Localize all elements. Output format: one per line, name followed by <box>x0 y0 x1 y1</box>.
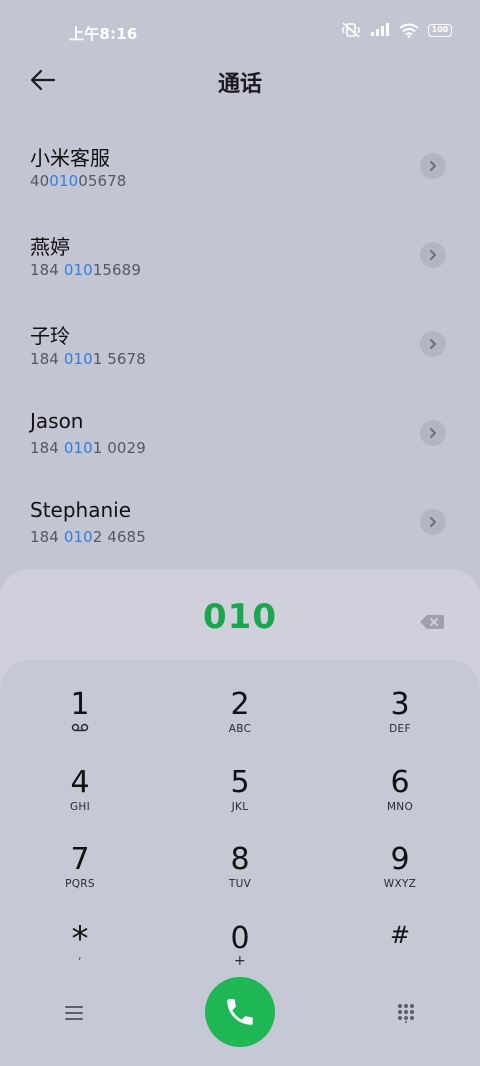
menu-icon <box>65 1006 83 1020</box>
chevron-right-icon <box>430 161 436 171</box>
contact-name: 燕婷 <box>30 235 70 259</box>
key-digit: 5 <box>230 765 250 800</box>
key-letters: TUV <box>228 878 252 890</box>
contact-detail-button[interactable] <box>420 153 446 179</box>
key-digit: # <box>389 921 411 949</box>
contact-name: 子玲 <box>30 324 70 348</box>
key-8[interactable]: 8 TUV <box>180 843 300 915</box>
wifi-icon <box>399 23 419 38</box>
key-1[interactable]: 1 <box>20 688 140 760</box>
key-digit: 1 <box>70 687 90 722</box>
vibrate-off-icon <box>341 22 361 38</box>
page-title: 通话 <box>217 72 262 97</box>
key-digit: 7 <box>70 842 90 877</box>
chevron-right-icon <box>430 428 436 438</box>
contact-detail-button[interactable] <box>420 242 446 268</box>
key-5[interactable]: 5 JKL <box>180 766 300 838</box>
contact-number: 184 0102 4685 <box>30 528 146 546</box>
key-hash[interactable]: # <box>340 918 460 990</box>
key-digit: 2 <box>230 687 250 722</box>
dialpad-toggle-button[interactable] <box>396 1003 416 1023</box>
key-digit: 6 <box>390 765 410 800</box>
voicemail-icon <box>20 723 140 735</box>
key-letters: PQRS <box>65 878 95 890</box>
backspace-button[interactable] <box>419 613 445 631</box>
dialpad-icon <box>398 1004 414 1023</box>
dialed-number: 010 <box>203 597 277 637</box>
key-letters: DEF <box>389 723 411 735</box>
key-letters: GHI <box>69 801 91 813</box>
contact-row[interactable]: Stephanie 184 0102 4685 <box>0 478 480 567</box>
key-6[interactable]: 6 MNO <box>340 766 460 838</box>
key-letters: JKL <box>231 801 249 813</box>
key-digit: 3 <box>390 687 410 722</box>
chevron-right-icon <box>430 339 436 349</box>
contact-name: Jason <box>30 409 84 433</box>
phone-icon <box>227 999 253 1025</box>
key-letters: MNO <box>386 801 414 813</box>
status-time: 上午8:16 <box>69 25 138 43</box>
chevron-right-icon <box>430 517 436 527</box>
contact-row[interactable]: Jason 184 0101 0029 <box>0 389 480 478</box>
contact-number: 184 01015689 <box>30 261 141 279</box>
key-digit: 4 <box>70 765 90 800</box>
contact-list: 小米客服 4001005678 燕婷 184 01015689 子玲 184 0… <box>0 122 480 567</box>
battery-icon: 100 <box>428 23 452 37</box>
key-4[interactable]: 4 GHI <box>20 766 140 838</box>
signal-icon <box>370 23 390 37</box>
key-letters: , <box>78 950 82 962</box>
key-7[interactable]: 7 PQRS <box>20 843 140 915</box>
key-3[interactable]: 3 DEF <box>340 688 460 760</box>
key-2[interactable]: 2 ABC <box>180 688 300 760</box>
contact-number: 184 0101 0029 <box>30 439 146 457</box>
contact-name: 小米客服 <box>30 146 110 170</box>
contact-detail-button[interactable] <box>420 509 446 535</box>
contact-detail-button[interactable] <box>420 331 446 357</box>
contact-number: 4001005678 <box>30 172 127 190</box>
status-icons: 100 <box>341 22 452 38</box>
menu-button[interactable] <box>64 1005 84 1021</box>
key-letters: WXYZ <box>383 878 417 890</box>
key-9[interactable]: 9 WXYZ <box>340 843 460 915</box>
key-letters: ABC <box>228 723 252 735</box>
header: 通话 <box>0 55 480 105</box>
key-digit: 0 <box>230 921 250 956</box>
key-digit: 8 <box>230 842 250 877</box>
contact-detail-button[interactable] <box>420 420 446 446</box>
chevron-right-icon <box>430 250 436 260</box>
contact-row[interactable]: 燕婷 184 01015689 <box>0 211 480 300</box>
contact-row[interactable]: 小米客服 4001005678 <box>0 122 480 211</box>
key-star[interactable]: * , <box>20 922 140 994</box>
backspace-icon <box>420 615 444 629</box>
key-digit: 9 <box>390 842 410 877</box>
call-button[interactable] <box>205 977 275 1047</box>
contact-row[interactable]: 子玲 184 0101 5678 <box>0 300 480 389</box>
contact-name: Stephanie <box>30 498 132 522</box>
key-letters: + <box>233 953 247 969</box>
contact-number: 184 0101 5678 <box>30 350 146 368</box>
